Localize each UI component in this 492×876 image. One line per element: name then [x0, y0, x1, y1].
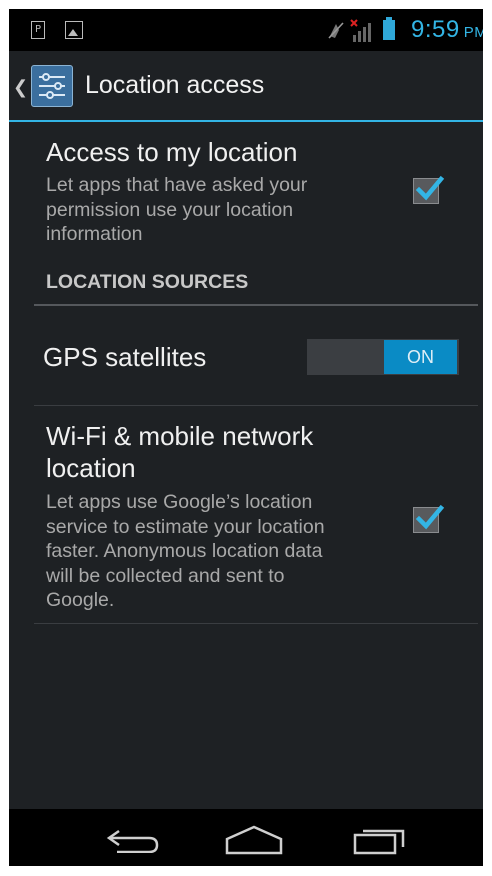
row-divider	[34, 623, 478, 624]
summary-line: information	[46, 223, 143, 245]
battery-icon	[383, 17, 395, 40]
image-notification-icon	[65, 21, 83, 39]
section-divider	[34, 304, 478, 306]
checkmark-icon	[415, 175, 445, 201]
sliders-glyph	[39, 73, 65, 99]
clock-ampm: PM	[463, 24, 483, 41]
gps-toggle-switch[interactable]: ON	[307, 339, 459, 375]
settings-sliders-icon[interactable]	[31, 65, 73, 107]
summary-line: Let apps that have asked your	[46, 174, 308, 196]
home-icon[interactable]	[225, 825, 283, 855]
navigation-bar	[9, 809, 483, 866]
wifi-location-title: Wi-Fi & mobile network location	[46, 420, 313, 484]
status-clock: 9:59 PM	[411, 16, 483, 44]
section-header: LOCATION SOURCES	[46, 271, 249, 293]
recent-apps-icon[interactable]	[353, 825, 409, 855]
summary-line: permission use your location	[46, 198, 294, 221]
signal-icon	[350, 19, 371, 42]
gps-satellites-title: GPS satellites	[43, 342, 207, 372]
toggle-on-label: ON	[384, 340, 457, 374]
action-bar[interactable]: ❮ Location access	[9, 51, 483, 122]
status-bar: P 9:59 PM	[9, 9, 483, 51]
title-line: Wi-Fi & mobile network	[46, 421, 314, 451]
checkmark-icon	[415, 504, 445, 530]
p-notification-icon: P	[31, 21, 45, 39]
access-location-checkbox[interactable]	[413, 175, 445, 204]
summary-line: service to estimate your location	[46, 515, 325, 538]
access-location-summary: Let apps that have asked your permission…	[46, 173, 307, 247]
clock-time: 9:59	[411, 16, 460, 43]
page-title: Location access	[85, 71, 265, 99]
wifi-location-summary: Let apps use Google’s location service t…	[46, 490, 325, 613]
phone-screen: P 9:59 PM ❮ Location access Access to my…	[9, 9, 483, 866]
row-divider	[34, 405, 478, 406]
title-line: location	[46, 453, 136, 483]
summary-line: Let apps use Google’s location	[46, 491, 313, 513]
summary-line: faster. Anonymous location data	[46, 540, 323, 562]
summary-line: Google.	[46, 589, 115, 611]
chevron-left-icon[interactable]: ❮	[13, 77, 28, 98]
access-location-title: Access to my location	[46, 137, 298, 167]
p-notification-label: P	[34, 24, 42, 35]
wifi-location-checkbox[interactable]	[413, 504, 445, 533]
mute-icon	[328, 22, 344, 39]
summary-line: will be collected and sent to	[46, 564, 285, 587]
back-icon[interactable]	[105, 825, 161, 853]
